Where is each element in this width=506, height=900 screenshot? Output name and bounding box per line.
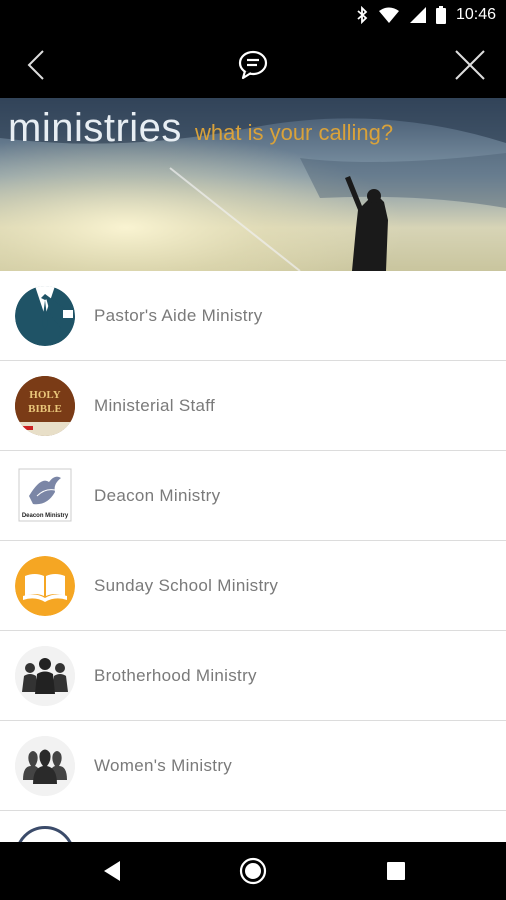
ministry-label: Sunday School Ministry (94, 576, 279, 595)
ministry-label: Brotherhood Ministry (94, 666, 257, 685)
hero-banner: ministries what is your calling? (0, 98, 506, 271)
list-item-pastors-aide[interactable]: Pastor's Aide Ministry (0, 271, 506, 361)
open-book-icon (15, 556, 75, 616)
dove-icon: Deacon Ministry (15, 466, 75, 526)
chat-bubble-icon (238, 50, 268, 80)
holy-bible-icon: HOLY BIBLE (15, 376, 75, 436)
deacon-icon-text: Deacon Ministry (22, 513, 69, 519)
ministry-label: Pastor's Aide Ministry (94, 306, 263, 325)
status-time: 10:46 (455, 6, 496, 23)
list-item-ministerial-staff[interactable]: HOLY BIBLE Ministerial Staff (0, 361, 506, 451)
list-item-sunday-school[interactable]: Sunday School Ministry (0, 541, 506, 631)
group-women-icon (15, 736, 75, 796)
bible-text-line2: BIBLE (28, 403, 62, 415)
back-button[interactable] (14, 32, 58, 98)
chevron-left-icon (27, 50, 44, 80)
list-item-womens[interactable]: Women's Ministry (0, 721, 506, 811)
hero-subtitle: what is your calling? (195, 120, 394, 145)
status-icons: 10:46 (356, 6, 496, 24)
square-recents-icon (387, 862, 405, 880)
status-bar: 10:46 (0, 0, 506, 32)
bible-text-line1: HOLY (29, 389, 60, 401)
ministry-label: Ministerial Staff (94, 396, 215, 415)
partial-icon (15, 826, 75, 842)
hero-title: ministries (8, 106, 182, 150)
bluetooth-icon (357, 6, 368, 24)
wifi-icon (378, 7, 399, 23)
suit-icon (15, 286, 75, 346)
chat-button[interactable] (231, 32, 275, 98)
battery-icon (435, 6, 446, 24)
triangle-back-icon (104, 861, 120, 881)
circle-home-icon (239, 857, 267, 885)
nav-recents-button[interactable] (366, 842, 426, 900)
list-item-brotherhood[interactable]: Brotherhood Ministry (0, 631, 506, 721)
ministry-label: Women's Ministry (94, 756, 233, 775)
nav-home-button[interactable] (223, 842, 283, 900)
ministry-label: Deacon Ministry (94, 486, 221, 505)
ministry-list: Pastor's Aide Ministry HOLY BIBLE Minist… (0, 271, 506, 842)
system-nav-bar (0, 842, 506, 900)
list-item-partial[interactable] (0, 811, 506, 842)
cell-signal-icon (409, 7, 426, 23)
list-item-deacon[interactable]: Deacon Ministry Deacon Ministry (0, 451, 506, 541)
app-bar (0, 32, 506, 98)
nav-back-button[interactable] (82, 842, 142, 900)
close-button[interactable] (448, 32, 492, 98)
close-icon (455, 50, 485, 80)
group-men-icon (15, 646, 75, 706)
